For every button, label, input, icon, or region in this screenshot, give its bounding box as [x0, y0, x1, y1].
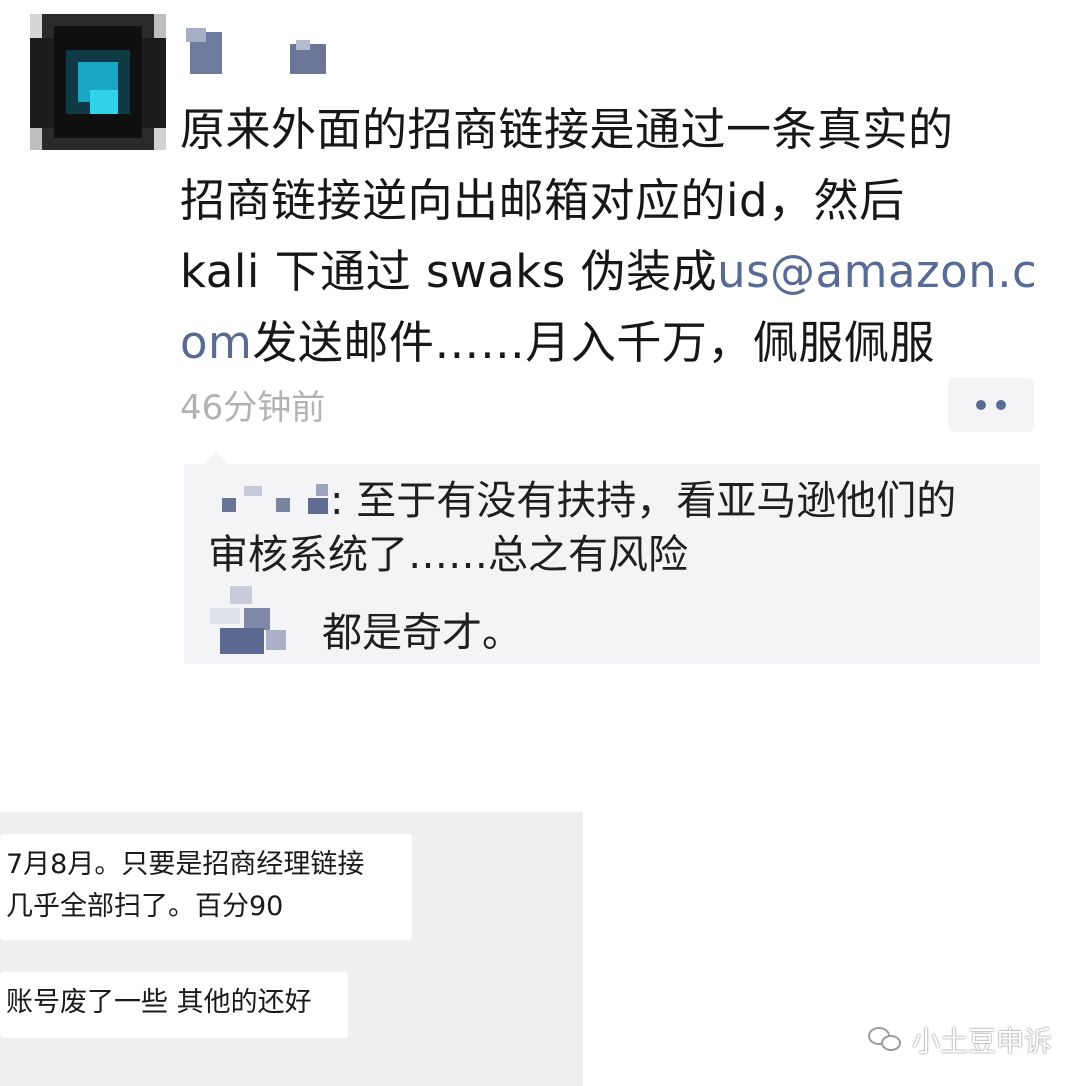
post-body: 原来外面的招商链接是通过一条真实的 招商链接逆向出邮箱对应的id，然后 kali… — [180, 94, 1050, 378]
email-link[interactable]: us@amazon.c — [717, 245, 1037, 298]
commenter-avatar-blurred[interactable] — [210, 578, 290, 658]
comment-text: 都是奇才。 — [322, 610, 522, 656]
post-text-segment: kali 下通过 swaks 伪装成 — [180, 245, 718, 298]
watermark: 小土豆申诉 — [868, 1020, 1052, 1060]
post-text-line: 招商链接逆向出邮箱对应的id，然后 — [180, 174, 905, 227]
watermark-text: 小土豆申诉 — [912, 1025, 1053, 1058]
comment-text: : 至于有没有扶持，看亚马逊他们的 — [330, 478, 957, 524]
post-text-line: 原来外面的招商链接是通过一条真实的 — [180, 103, 954, 156]
post-timestamp: 46分钟前 — [180, 388, 326, 428]
dot-icon — [976, 400, 986, 410]
wechat-logo-icon — [868, 1025, 904, 1055]
post-text-line: kali 下通过 swaks 伪装成us@amazon.c — [180, 236, 1050, 307]
dot-icon — [996, 400, 1006, 410]
chat-message-line: 几乎全部扫了。百分90 — [6, 891, 284, 922]
post-text-line: om发送邮件……月入千万，佩服佩服 — [180, 307, 1050, 378]
comment-text: 审核系统了……总之有风险 — [208, 532, 688, 578]
more-actions-button[interactable] — [948, 378, 1034, 432]
comment-notch — [204, 452, 228, 464]
email-link[interactable]: om — [180, 316, 252, 369]
post-text-segment: 发送邮件……月入千万，佩服佩服 — [252, 316, 935, 369]
chat-message-line: 7月8月。只要是招商经理链接 — [6, 849, 365, 880]
avatar[interactable] — [30, 14, 166, 150]
comment-section: : 至于有没有扶持，看亚马逊他们的 审核系统了……总之有风险 都是奇才。 — [184, 452, 1040, 664]
commenter-name-blurred[interactable] — [208, 484, 330, 516]
author-name-blurred[interactable] — [186, 28, 336, 80]
chat-message-line: 账号废了一些 其他的还好 — [6, 987, 312, 1018]
chat-message-bubble[interactable]: 7月8月。只要是招商经理链接 几乎全部扫了。百分90 — [0, 834, 412, 940]
chat-panel: 7月8月。只要是招商经理链接 几乎全部扫了。百分90 账号废了一些 其他的还好 — [0, 812, 583, 1086]
chat-message-bubble[interactable]: 账号废了一些 其他的还好 — [0, 972, 348, 1038]
comment-item[interactable]: : 至于有没有扶持，看亚马逊他们的 审核系统了……总之有风险 — [208, 474, 1038, 582]
